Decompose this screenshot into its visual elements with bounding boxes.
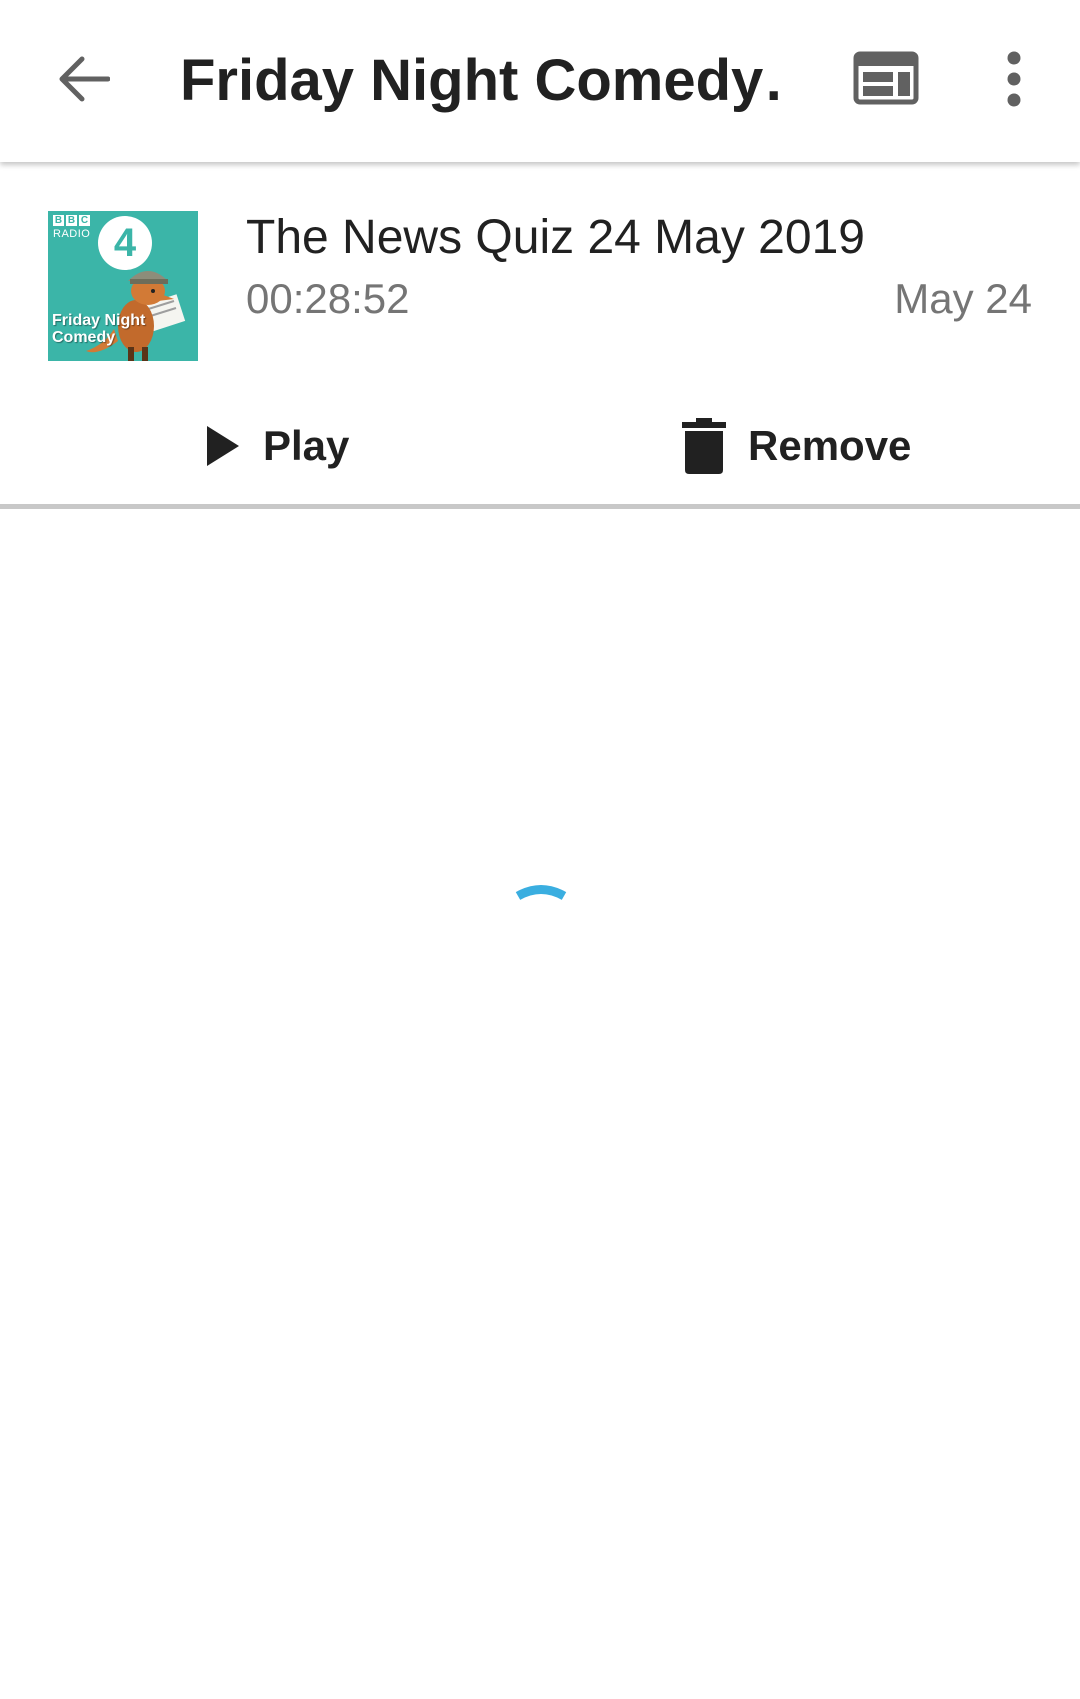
play-button[interactable]: Play [205,401,349,491]
loading-spinner-icon [515,885,567,901]
play-icon [207,426,239,466]
play-label: Play [263,422,350,469]
more-options-button[interactable] [994,50,1034,108]
back-button[interactable] [52,47,116,111]
bbc-logo: B B C [53,215,90,226]
episode-notes-area [0,509,1080,1699]
radio-4-logo: 4 [98,216,152,270]
artwork-show-name: Friday Night Comedy [52,312,146,346]
episode-duration: 00:28:52 [246,275,410,322]
web-view-icon [853,51,919,105]
more-vert-icon [1007,51,1021,107]
top-app-bar: Friday Night Comedy… [0,0,1080,162]
arrow-back-icon [59,56,110,102]
remove-label: Remove [748,422,912,469]
podcast-artwork: B B C RADIO 4 Friday Night Comedy [48,211,198,361]
open-website-button[interactable] [853,51,919,105]
app-root: Friday Night Comedy… B B C RADIO 4 Frida… [0,0,1080,1699]
episode-title: The News Quiz 24 May 2019 [246,211,865,264]
trash-icon [682,418,726,474]
episode-date: May 24 [894,275,1032,322]
page-title: Friday Night Comedy… [180,48,780,113]
episode-header: B B C RADIO 4 Friday Night Comedy The Ne… [0,162,1080,507]
radio-label: RADIO [53,228,91,240]
remove-button[interactable]: Remove [682,401,911,491]
